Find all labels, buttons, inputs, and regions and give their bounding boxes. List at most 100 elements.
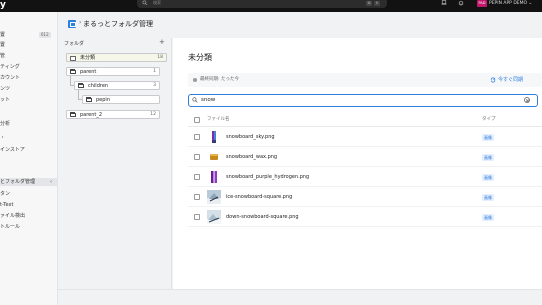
file-type-badge: 画像 [482, 174, 494, 181]
folder-item-children[interactable]: children 3 [74, 81, 160, 90]
sidebar-item-9[interactable]: ・ [0, 134, 5, 142]
main-content: 未分類 最終同期: たった今 今すぐ同期 ファイル名 タイプ snowboard… [173, 38, 542, 289]
sidebar: 置 612 置 管 ティング カウント ンツ ット 分析 ・ インストア とフォル… [0, 12, 58, 305]
folder-count: 1 [153, 69, 156, 74]
table-row[interactable]: ice-snowboard-square.png 画像 [188, 188, 542, 207]
file-type-badge: 画像 [482, 154, 494, 161]
sidebar-item-folder-manager[interactable]: とフォルダ管理 ‹ [0, 178, 57, 186]
sidebar-item-label: 置 [0, 42, 6, 48]
row-checkbox[interactable] [194, 194, 200, 200]
app-logo[interactable]: y [0, 0, 6, 11]
sidebar-item-3[interactable]: 管 [0, 52, 5, 60]
row-checkbox[interactable] [194, 214, 200, 220]
table-row[interactable]: snowboard_sky.png 画像 [188, 128, 542, 147]
file-name: snowboard_wax.png [226, 154, 278, 160]
file-thumbnail [207, 150, 221, 164]
sidebar-item-5[interactable]: カウント [0, 74, 20, 82]
app-folder-icon [68, 20, 76, 28]
sidebar-item-label: 分析 [0, 121, 11, 127]
file-thumbnail [207, 130, 221, 144]
sidebar-item-label: タン [0, 191, 11, 197]
row-checkbox[interactable] [194, 134, 200, 140]
folder-item-parent[interactable]: parent 1 [66, 67, 160, 76]
sidebar-item-label: 管 [0, 53, 6, 59]
add-folder-button[interactable]: + [159, 38, 165, 47]
global-search[interactable]: 検索 ⌘ K [137, 0, 387, 8]
column-header-type: タイプ [482, 117, 496, 122]
file-type-badge: 画像 [482, 134, 494, 141]
sidebar-item-label: ット [0, 97, 11, 103]
sidebar-item-label: トルール [0, 224, 21, 230]
file-type-badge: 画像 [482, 194, 494, 201]
file-thumbnail [207, 170, 221, 184]
sidebar-item-label: ・ [0, 135, 6, 141]
table-row[interactable]: down-snowboard-square.png 画像 [188, 208, 542, 227]
folder-panel: フォルダ + 未分類 18 parent 1 children 3 pepin … [58, 38, 172, 289]
sidebar-item-label: t-Text [0, 202, 14, 208]
shortcut-key-k: K [374, 1, 380, 6]
sidebar-item-label: ティング [0, 64, 20, 70]
search-icon [192, 97, 198, 103]
folder-icon [70, 69, 76, 74]
folder-count: 12 [150, 112, 156, 117]
table-row[interactable]: snowboard_purple_hydrogen.png 画像 [188, 168, 542, 187]
table-header: ファイル名 タイプ [188, 113, 542, 127]
folder-item-parent-2[interactable]: parent_2 12 [66, 110, 160, 119]
file-name: snowboard_sky.png [226, 134, 275, 140]
folder-label: 未分類 [80, 55, 96, 61]
shortcut-key-cmd: ⌘ [366, 1, 372, 6]
sidebar-item-label: ァイル検出 [0, 213, 26, 219]
folder-title: 未分類 [188, 53, 212, 62]
column-header-filename: ファイル名 [207, 117, 230, 122]
global-search-placeholder: 検索 [153, 0, 161, 5]
sidebar-item-analytics[interactable]: 分析 [0, 120, 10, 128]
sidebar-item-instore[interactable]: インストア [0, 146, 25, 154]
file-name: down-snowboard-square.png [226, 214, 299, 220]
select-all-checkbox[interactable] [194, 117, 200, 123]
table-row[interactable]: snowboard_wax.png 画像 [188, 148, 542, 167]
sidebar-item-label: とフォルダ管理 [0, 179, 36, 185]
file-name: ice-snowboard-square.png [226, 194, 293, 200]
chevron-left-icon: ‹ [50, 179, 52, 185]
folder-label: parent_2 [80, 112, 103, 118]
file-search-input[interactable] [201, 96, 521, 104]
sync-status-dot [193, 78, 197, 82]
clear-search-icon[interactable] [524, 97, 530, 103]
file-search[interactable] [188, 94, 538, 107]
folder-panel-title: フォルダ [64, 41, 85, 47]
sidebar-item-2[interactable]: 置 [0, 41, 5, 49]
top-bar: y 検索 ⌘ K PAD PEPIN APP DEMO ⌄ [0, 0, 542, 12]
sidebar-item-file-detect[interactable]: ァイル検出 [0, 212, 25, 220]
chevron-down-icon: ⌄ [528, 1, 533, 6]
sidebar-item-4[interactable]: ティング [0, 63, 20, 71]
bell-icon[interactable] [457, 0, 465, 6]
file-thumbnail [207, 210, 221, 224]
folder-checkbox[interactable] [70, 55, 76, 61]
last-sync-text: 最終同期: たった今 [200, 77, 239, 82]
sidebar-item-label: ンツ [0, 86, 11, 92]
page-title: まるっとフォルダ管理 [83, 20, 153, 28]
folder-item-uncategorized[interactable]: 未分類 18 [66, 53, 167, 62]
sidebar-item-label: インストア [0, 147, 25, 153]
sync-now-button[interactable]: 今すぐ同期 [498, 73, 523, 87]
sidebar-item-6[interactable]: ンツ [0, 85, 10, 93]
sidebar-item-rule[interactable]: トルール [0, 223, 20, 231]
count-badge: 612 [39, 32, 51, 38]
user-menu[interactable]: PEPIN APP DEMO ⌄ [489, 0, 532, 7]
sync-icon[interactable] [490, 77, 496, 83]
user-name: PEPIN APP DEMO [489, 1, 528, 6]
folder-label: parent [80, 69, 97, 75]
row-checkbox[interactable] [194, 154, 200, 160]
folder-icon [86, 97, 92, 102]
sidebar-item-label: カウント [0, 75, 21, 81]
search-icon [142, 0, 148, 6]
folder-item-pepin[interactable]: pepin [82, 95, 160, 104]
avatar[interactable]: PAD [477, 0, 487, 7]
notification-icon[interactable] [440, 0, 448, 6]
sidebar-item-1[interactable]: 置 612 [0, 31, 51, 39]
sidebar-item-alt-text[interactable]: t-Text [0, 201, 13, 209]
sidebar-item-7[interactable]: ット [0, 96, 10, 104]
folder-label: children [88, 83, 109, 89]
row-checkbox[interactable] [194, 174, 200, 180]
sidebar-item-button[interactable]: タン [0, 190, 10, 198]
